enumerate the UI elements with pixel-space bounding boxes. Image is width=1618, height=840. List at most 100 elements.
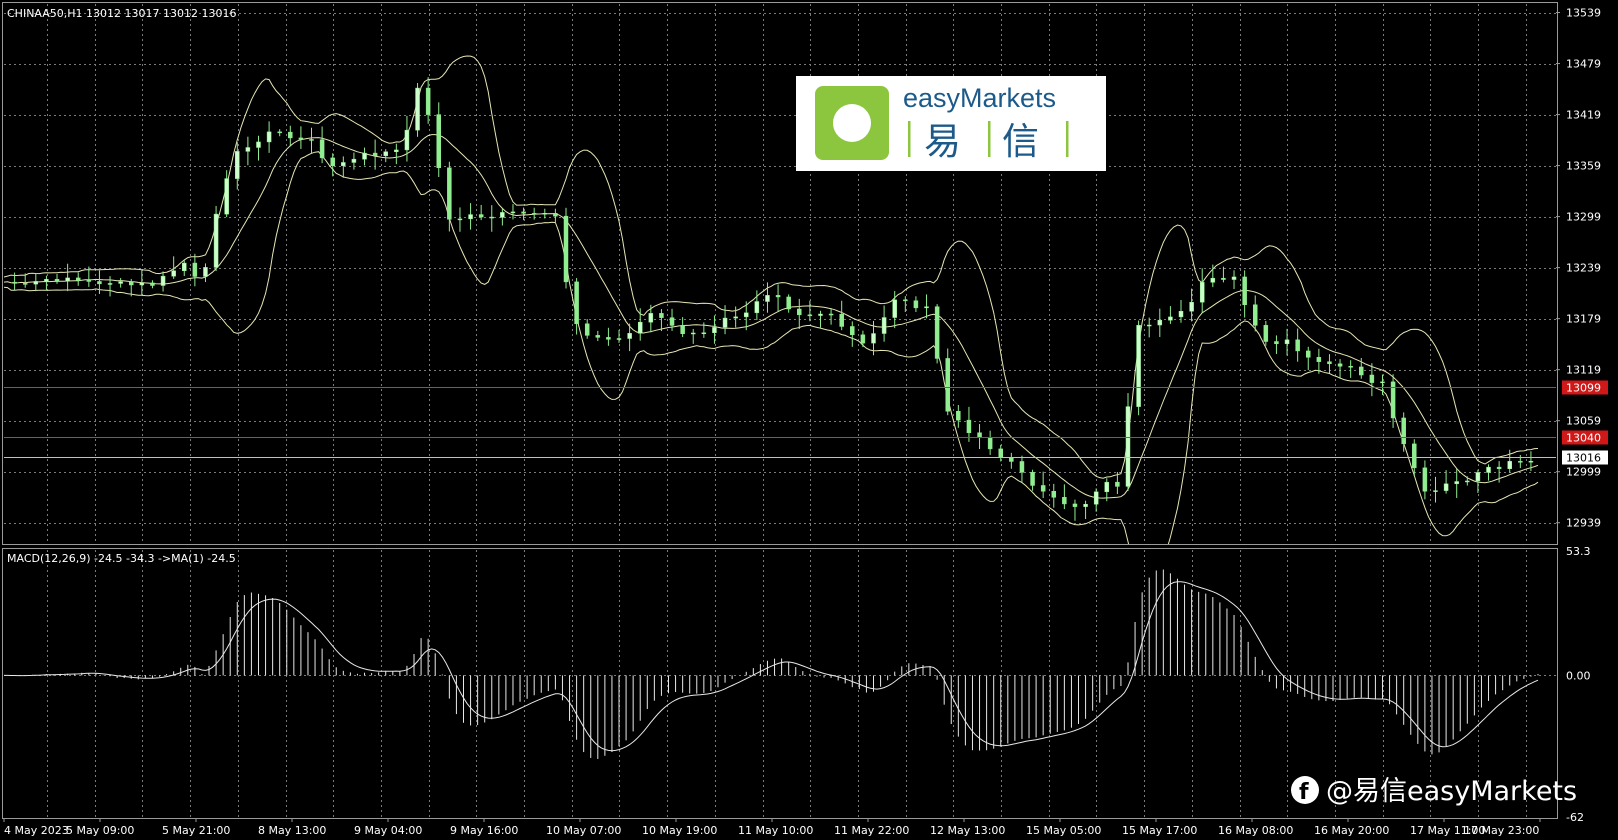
candle-body <box>1210 277 1216 283</box>
candle-body <box>563 215 569 283</box>
price-tick-label: 13479 <box>1566 58 1601 71</box>
candle-body <box>203 267 208 277</box>
candle-body <box>659 313 664 318</box>
candle-body <box>1327 361 1332 365</box>
horizontal-lines[interactable]: 13099 13040 13016 <box>4 380 1608 465</box>
svg-text:f: f <box>1299 780 1309 805</box>
trading-chart[interactable]: 13099 13040 13016 13539 13479 13419 13359 1329… <box>0 0 1618 840</box>
candle-body <box>478 214 484 218</box>
candle-body <box>913 300 919 309</box>
candlestick-series[interactable] <box>12 77 1534 521</box>
candle-body <box>521 211 526 214</box>
candle-body <box>436 114 442 169</box>
candle-body <box>1274 341 1279 345</box>
macd-panel-header: MACD(12,26,9) -24.5 -34.3 ->MA(1) -24.5 <box>7 552 236 565</box>
time-tick-label: 4 May 2023 <box>4 824 69 837</box>
candle-body <box>404 129 410 151</box>
candle-body <box>903 299 908 302</box>
candle-body <box>924 306 929 309</box>
candle-body <box>182 262 187 271</box>
candle-body <box>54 279 60 282</box>
candle-body <box>956 410 961 421</box>
time-tick-label: 9 May 04:00 <box>354 824 422 837</box>
candle-body <box>1443 483 1449 491</box>
candle-body <box>1104 481 1110 493</box>
time-tick-label: 10 May 19:00 <box>642 824 717 837</box>
candle-body <box>383 151 388 157</box>
candle-body <box>235 151 240 179</box>
candle-body <box>1284 339 1290 345</box>
candle-body <box>86 280 92 282</box>
candle-body <box>1454 481 1459 485</box>
candle-body <box>1168 316 1173 321</box>
candle-body <box>171 270 176 277</box>
candle-body <box>1401 417 1406 445</box>
time-tick-label: 16 May 20:00 <box>1314 824 1389 837</box>
candle-body <box>1475 472 1481 482</box>
time-tick-label: 5 May 09:00 <box>66 824 134 837</box>
price-tick-label: 13419 <box>1566 109 1601 122</box>
candle-body <box>1496 466 1502 469</box>
candle-body <box>1380 381 1385 384</box>
time-tick-label: 11 May 22:00 <box>834 824 909 837</box>
candle-body <box>1369 374 1375 383</box>
candle-body <box>1146 324 1152 327</box>
candle-body <box>987 437 993 450</box>
candle-body <box>1040 485 1046 492</box>
chart-canvas[interactable]: 13099 13040 13016 13539 13479 13419 13359 1329… <box>0 0 1618 840</box>
candle-body <box>245 147 251 152</box>
candle-body <box>107 283 113 285</box>
candle-body <box>1051 490 1057 498</box>
candle-body <box>1115 481 1120 487</box>
candle-body <box>1528 460 1534 463</box>
price-tick-label: 13299 <box>1566 211 1601 224</box>
candle-body <box>1125 406 1131 487</box>
candle-body <box>1062 497 1067 505</box>
candle-body <box>1083 503 1088 507</box>
candle-body <box>828 313 834 316</box>
candle-body <box>65 277 70 282</box>
candle-body <box>22 283 28 285</box>
candle-body <box>1518 461 1523 463</box>
candle-body <box>44 279 49 282</box>
candle-body <box>531 213 537 215</box>
candle-body <box>553 213 558 217</box>
candle-body <box>1157 319 1163 326</box>
candle-body <box>807 314 813 317</box>
candle-body <box>1263 325 1269 342</box>
candle-body <box>415 87 420 131</box>
candle-body <box>372 152 378 157</box>
candle-body <box>1199 282 1205 303</box>
candle-body <box>33 281 39 285</box>
candle-body <box>1231 276 1237 280</box>
candle-body <box>1019 461 1025 473</box>
chart-grid <box>4 4 1556 817</box>
candle-body <box>786 296 791 310</box>
time-tick-label: 11 May 10:00 <box>738 824 813 837</box>
candle-body <box>1093 491 1099 505</box>
candle-body <box>669 317 675 326</box>
time-tick-label: 16 May 08:00 <box>1218 824 1293 837</box>
candle-body <box>627 333 632 339</box>
candle-body <box>1189 301 1194 312</box>
candle-body <box>139 282 145 286</box>
candle-body <box>1433 490 1438 492</box>
candle-body <box>1507 461 1512 469</box>
candle-body <box>1359 366 1364 376</box>
candle-body <box>712 327 717 333</box>
candle-body <box>1412 443 1417 469</box>
candle-body <box>860 334 866 344</box>
candle-body <box>977 432 982 438</box>
candle-body <box>722 317 728 328</box>
candle-body <box>1009 457 1014 462</box>
candle-body <box>1136 325 1141 407</box>
price-level-label: 13099 <box>1566 382 1601 395</box>
price-tick-label: 13119 <box>1566 364 1601 377</box>
macd-histogram <box>4 569 1539 759</box>
candle-body <box>754 301 760 314</box>
easymarkets-logo: easyMarkets 易 信 <box>796 76 1106 171</box>
time-tick-label: 15 May 17:00 <box>1122 824 1197 837</box>
candle-body <box>309 139 314 141</box>
candle-body <box>606 337 611 340</box>
candle-body <box>97 281 102 285</box>
